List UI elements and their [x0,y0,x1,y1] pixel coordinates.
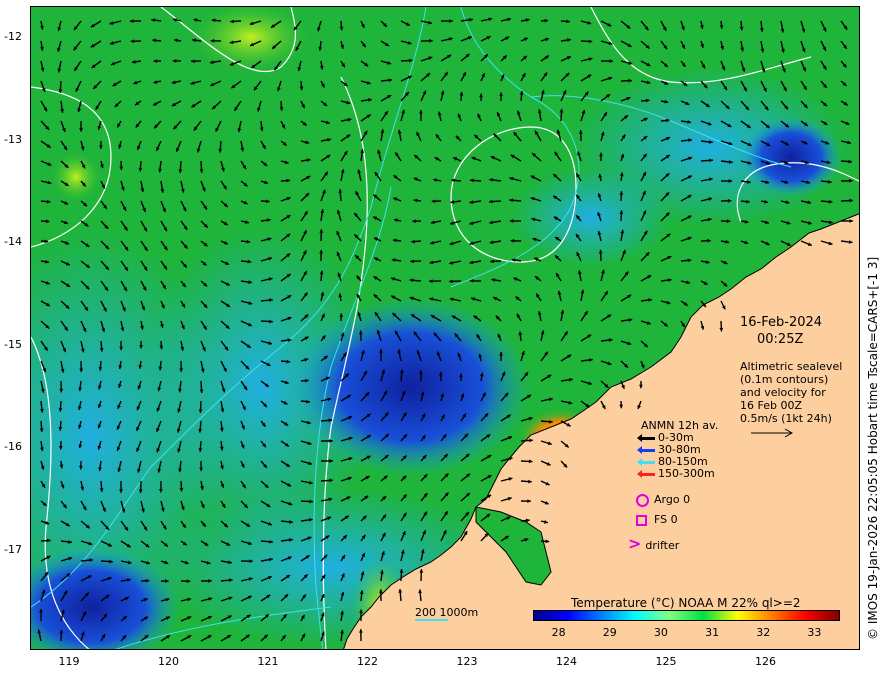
colorbar-tick: 32 [756,626,771,639]
colorbar-tick: 33 [807,626,822,639]
colorbar-tick: 31 [705,626,720,639]
bathymetry-scale-label: 200 1000m [415,606,479,619]
longitude-tick: 119 [58,655,80,668]
depth-arrow-icon [637,457,655,466]
sst-map [31,7,859,649]
bathymetry-scale-bar [415,619,448,621]
latitude-tick: -16 [4,440,22,453]
fs-square-icon [636,514,647,526]
latitude-tick: -14 [4,235,22,248]
altimetry-line: Altimetric sealevel [740,360,843,373]
latitude-tick: -13 [4,132,22,146]
depth-arrow-icon [637,445,655,454]
legend-depth-row: 150-300m [637,467,715,480]
date-label: 16-Feb-2024 [740,315,823,330]
altimetry-line: and velocity for [740,386,826,399]
argo-circle-icon [636,493,649,507]
colorbar-title: Temperature (°C) NOAA M 22% ql>=2 [571,596,801,610]
latitude-tick: -15 [4,337,22,351]
longitude-tick: 124 [556,655,577,668]
colorbar-tick: 28 [551,626,566,639]
time-label: 00:25Z [757,332,804,347]
cool-water-patch [511,167,671,267]
altimetry-line: (0.1m contours) [740,373,829,386]
latitude-tick: -12 [4,30,22,43]
longitude-tick: 122 [357,655,378,668]
depth-arrow-icon [637,433,655,442]
drifter-label: drifter [645,539,680,552]
warm-water-patch [51,152,101,202]
credit-caption: © IMOS 19-Jan-2026 22:05:05 Hobart time … [866,256,880,640]
longitude-tick: 120 [158,655,179,668]
temperature-colorbar [533,610,840,621]
altimetry-caption: Altimetric sealevel (0.1m contours) and … [740,360,842,425]
argo-label: Argo 0 [654,493,691,506]
velocity-scale-arrow [751,428,794,438]
depth-arrow-icon [637,469,655,478]
fs-label: FS 0 [654,513,678,526]
drifter-icon: > [628,534,642,553]
altimetry-line: 16 Feb 00Z [740,399,802,412]
longitude-tick: 123 [456,655,478,668]
legend-drifter: > drifter [628,534,679,553]
latitude-tick: -17 [4,542,22,556]
colorbar-tick: 30 [653,626,668,639]
longitude-tick: 121 [257,655,279,668]
legend-argo: Argo 0 [636,493,690,507]
depth-label: 150-300m [658,467,715,480]
longitude-tick: 126 [755,655,776,668]
altimetry-line: 0.5m/s (1kt 24h) [740,412,832,425]
legend-fs: FS 0 [636,513,678,526]
colorbar-tick: 29 [602,626,617,639]
cold-water-patch [741,117,841,197]
map-panel [30,6,860,650]
longitude-tick: 125 [655,655,677,668]
